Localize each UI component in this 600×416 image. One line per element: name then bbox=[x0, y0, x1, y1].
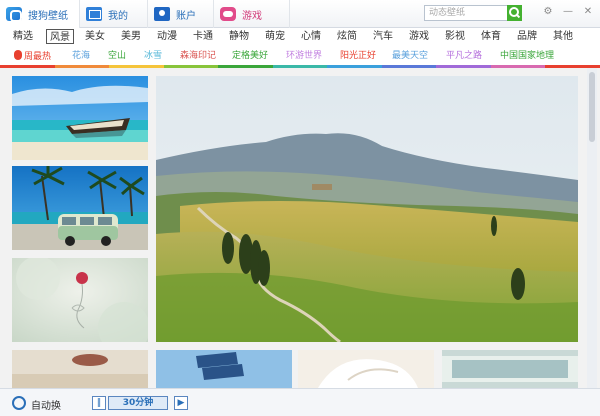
close-button[interactable]: ✕ bbox=[580, 4, 596, 20]
monitor-icon bbox=[86, 7, 102, 21]
tab-account[interactable]: 账户 bbox=[148, 0, 214, 28]
bicycle-thumbnail[interactable] bbox=[12, 350, 148, 388]
category-cars[interactable]: 汽车 bbox=[370, 29, 396, 44]
category-sports[interactable]: 体育 bbox=[478, 29, 504, 44]
subcategory-ordinary-road[interactable]: 平凡之路 bbox=[446, 50, 482, 62]
subcategory-sunshine[interactable]: 阳光正好 bbox=[340, 50, 376, 62]
tab-label: 搜狗壁纸 bbox=[28, 10, 68, 22]
subway-sign-thumbnail[interactable] bbox=[156, 350, 292, 388]
subcategory-flower-sea[interactable]: 花海 bbox=[72, 50, 90, 62]
next-button[interactable]: ▶ bbox=[174, 396, 188, 410]
subcategory-national-geographic[interactable]: 中国国家地理 bbox=[500, 50, 554, 62]
subcategory-weekly-hot[interactable]: 周最热 bbox=[14, 50, 51, 62]
category-anime[interactable]: 动漫 bbox=[154, 29, 180, 44]
subcategory-sky[interactable]: 最美天空 bbox=[392, 50, 428, 62]
search-button[interactable] bbox=[507, 5, 522, 21]
beach-van-thumbnail[interactable] bbox=[12, 166, 148, 250]
top-bar: 搜狗壁纸 我的 账户 游戏 动态壁纸 ⚙ — ✕ bbox=[0, 0, 600, 28]
vertical-scrollbar[interactable] bbox=[587, 68, 597, 388]
subcategory-frozen-moment[interactable]: 定格美好 bbox=[232, 50, 268, 62]
tab-mine[interactable]: 我的 bbox=[80, 0, 148, 28]
search-input[interactable]: 动态壁纸 bbox=[424, 5, 520, 21]
category-other[interactable]: 其他 bbox=[550, 29, 576, 44]
tab-game[interactable]: 游戏 bbox=[214, 0, 290, 28]
subcategory-travel[interactable]: 环游世界 bbox=[286, 50, 322, 62]
subcategory-snow[interactable]: 冰雪 bbox=[144, 50, 162, 62]
account-icon bbox=[154, 7, 170, 21]
category-minimal[interactable]: 炫简 bbox=[334, 29, 360, 44]
tab-label: 游戏 bbox=[242, 10, 262, 22]
category-games[interactable]: 游戏 bbox=[406, 29, 432, 44]
white-object-thumbnail[interactable] bbox=[298, 350, 434, 388]
subcategory-label: 周最热 bbox=[24, 52, 52, 62]
tab-sogou-wallpaper[interactable]: 搜狗壁纸 bbox=[0, 0, 80, 28]
category-beauty[interactable]: 美女 bbox=[82, 29, 108, 44]
category-featured[interactable]: 精选 bbox=[10, 29, 36, 44]
minimize-button[interactable]: — bbox=[560, 4, 576, 20]
flame-icon bbox=[14, 50, 22, 60]
subcategory-forest-sea[interactable]: 森海印记 bbox=[180, 50, 216, 62]
settings-button[interactable]: ⚙ bbox=[540, 4, 556, 20]
category-mood[interactable]: 心情 bbox=[298, 29, 324, 44]
subcategory-empty-mountain[interactable]: 空山 bbox=[108, 50, 126, 62]
interval-timer[interactable]: 30分钟 bbox=[108, 396, 168, 410]
category-brands[interactable]: 品牌 bbox=[514, 29, 540, 44]
window-thumbnail[interactable] bbox=[442, 350, 578, 388]
category-handsome[interactable]: 美男 bbox=[118, 29, 144, 44]
scrollbar-thumb[interactable] bbox=[589, 72, 595, 142]
category-still-life[interactable]: 静物 bbox=[226, 29, 252, 44]
category-cartoon[interactable]: 卡通 bbox=[190, 29, 216, 44]
beach-boat-thumbnail[interactable] bbox=[12, 76, 148, 160]
category-movies[interactable]: 影视 bbox=[442, 29, 468, 44]
subcategory-nav: 周最热 花海 空山 冰雪 森海印记 定格美好 环游世界 阳光正好 最美天空 平凡… bbox=[0, 46, 600, 66]
auto-change-icon[interactable] bbox=[12, 396, 26, 410]
tab-label: 账户 bbox=[176, 10, 196, 22]
sogou-logo-icon bbox=[6, 7, 22, 22]
balloon-thumbnail[interactable] bbox=[12, 258, 148, 342]
wallpaper-gallery bbox=[0, 68, 600, 388]
bottom-controls: 自动换 ‖ 30分钟 ▶ bbox=[0, 388, 600, 416]
pause-button[interactable]: ‖ bbox=[92, 396, 106, 410]
gamepad-icon bbox=[220, 7, 236, 21]
category-pets[interactable]: 萌宠 bbox=[262, 29, 288, 44]
tuscany-hills-featured[interactable] bbox=[156, 76, 578, 342]
tab-label: 我的 bbox=[108, 10, 128, 22]
category-scenery[interactable]: 风景 bbox=[46, 29, 74, 44]
category-nav: 精选 风景 美女 美男 动漫 卡通 静物 萌宠 心情 炫简 汽车 游戏 影视 体… bbox=[0, 28, 600, 45]
auto-change-label[interactable]: 自动换 bbox=[31, 397, 61, 412]
